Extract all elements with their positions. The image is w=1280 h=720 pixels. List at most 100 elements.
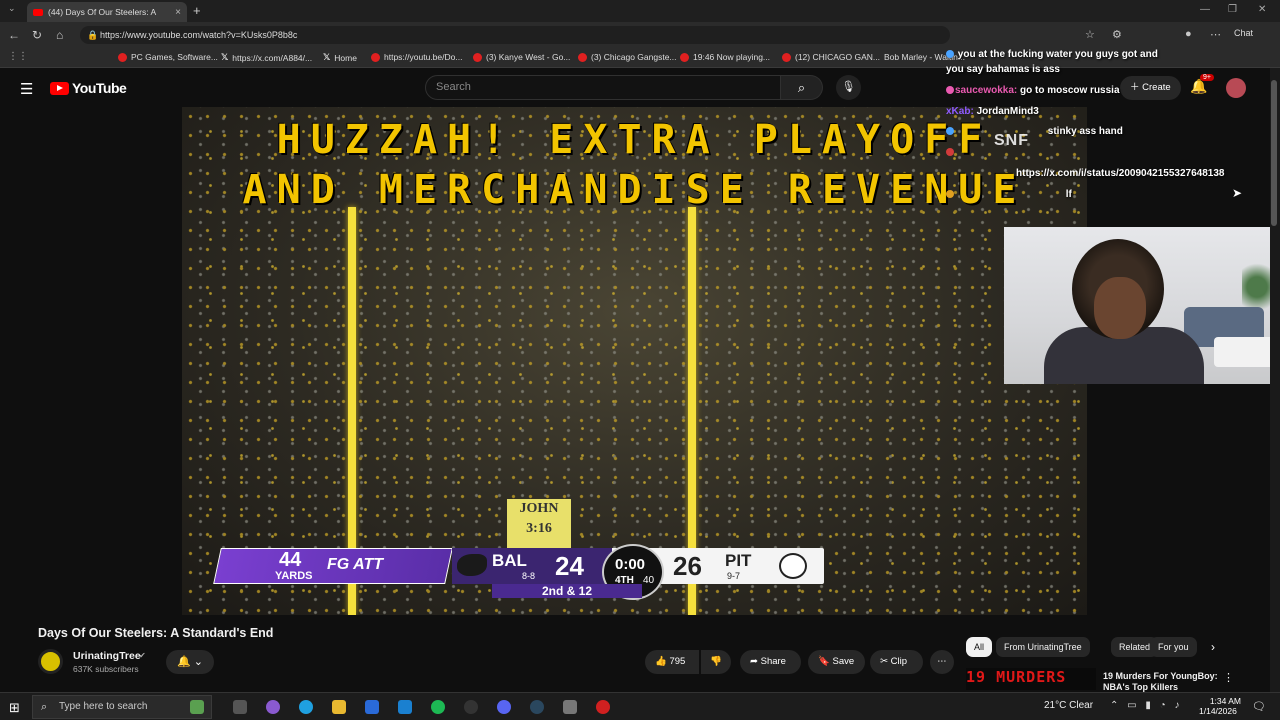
bookmark-item[interactable]: (3) Chicago Gangste... <box>578 52 677 62</box>
url-field[interactable]: 🔒 https://www.youtube.com/watch?v=KUsks0… <box>80 26 950 44</box>
save-button[interactable]: 🔖 Save <box>808 650 865 674</box>
bookmark-item[interactable]: https://youtu.be/Do... <box>371 52 462 62</box>
chip-for-you[interactable]: For you <box>1150 637 1197 657</box>
extensions-icon[interactable]: ⚙ <box>1112 28 1122 41</box>
reload-icon[interactable]: ↻ <box>32 28 42 42</box>
guide-menu-icon[interactable]: ☰ <box>20 80 33 98</box>
voice-search-button[interactable]: 🎙 <box>836 75 861 100</box>
site-info-icon[interactable]: 🔒 <box>87 26 98 44</box>
bookmark-favicon-icon <box>578 52 587 62</box>
youtube-play-icon <box>50 81 69 95</box>
scrollbar-thumb[interactable] <box>1271 80 1277 226</box>
file-explorer-icon[interactable] <box>332 700 346 714</box>
x-logo-icon: 𝕏 <box>221 52 229 62</box>
browser-tab-bar: ⌄ (44) Days Of Our Steelers: A × + — ❐ ✕ <box>0 0 1280 22</box>
scorebug-away-score: 24 <box>555 551 584 581</box>
chat-line: https://x.com/i/status/20090421553276481… <box>1016 168 1225 179</box>
discord-icon[interactable] <box>497 700 511 714</box>
x-logo-icon: 𝕏 <box>323 52 331 62</box>
like-button[interactable]: 👍 795 <box>645 650 699 674</box>
store-icon[interactable] <box>365 700 379 714</box>
bookmark-item[interactable]: PC Games, Software... <box>118 52 218 62</box>
search-icon: ⌕ <box>797 80 806 95</box>
widgets-icon[interactable] <box>190 700 204 714</box>
apps-icon[interactable]: ⋮⋮ <box>8 51 28 62</box>
outlook-icon[interactable] <box>398 700 412 714</box>
taskbar-search-input[interactable]: ⌕ Type here to search <box>32 695 212 719</box>
favorite-star-icon[interactable]: ☆ <box>1085 28 1095 41</box>
chat-line: you at the fucking water you guys got an… <box>946 49 1158 60</box>
bell-icon: 🔔 <box>177 656 191 668</box>
channel-name[interactable]: UrinatingTree <box>73 650 141 662</box>
browser-tab[interactable]: (44) Days Of Our Steelers: A × <box>27 2 187 22</box>
thumbs-up-icon: 👍 <box>655 656 667 667</box>
chat-badge-icon <box>946 148 954 157</box>
share-button[interactable]: ➦ Share <box>740 650 801 674</box>
clip-button[interactable]: ✂ Clip <box>870 650 923 674</box>
recommended-video-thumbnail[interactable]: 19 MURDERS <box>966 668 1096 690</box>
media-app-icon[interactable] <box>464 700 478 714</box>
channel-subscribers: 637K subscribers <box>73 664 139 674</box>
video-title: Days Of Our Steelers: A Standard's End <box>38 626 274 640</box>
more-actions-button[interactable]: ⋯ <box>930 650 954 674</box>
close-window-icon[interactable]: ✕ <box>1258 4 1266 15</box>
address-bar-row: ← ↻ ⌂ 🔒 https://www.youtube.com/watch?v=… <box>0 22 1280 48</box>
bookmark-favicon-icon <box>371 52 380 62</box>
chip-from-channel[interactable]: From UrinatingTree <box>996 637 1090 657</box>
windows-start-icon[interactable]: ⊞ <box>9 700 20 716</box>
edge-browser-icon[interactable] <box>299 700 313 714</box>
scorebug-yards-number: 44 <box>279 549 302 571</box>
chevron-down-icon: ⌄ <box>193 656 203 668</box>
chat-line: saucewokka: go to moscow russia <box>946 85 1120 96</box>
back-icon[interactable]: ← <box>8 28 20 42</box>
new-tab-button[interactable]: + <box>193 3 201 18</box>
bookmark-favicon-icon <box>782 52 791 62</box>
recommended-video-title[interactable]: 19 Murders For YoungBoy: NBA's Top Kille… <box>1103 671 1218 693</box>
scorebug-away-team: BAL <box>492 551 527 570</box>
obs-icon[interactable] <box>596 700 610 714</box>
stream-chat-overlay: SNF you at the fucking water you guys go… <box>946 47 1266 207</box>
weather-widget[interactable]: 21°C Clear <box>1044 700 1093 711</box>
home-icon[interactable]: ⌂ <box>56 28 63 42</box>
tab-title: (44) Days Of Our Steelers: A <box>48 7 157 17</box>
app-icon[interactable] <box>563 700 577 714</box>
task-view-icon[interactable] <box>233 700 247 714</box>
bookmark-item[interactable]: 𝕏 Home <box>323 52 357 63</box>
chevron-right-icon[interactable]: › <box>1211 640 1215 654</box>
menu-dots-icon[interactable]: ⋯ <box>1210 28 1221 41</box>
profile-icon[interactable]: ● <box>1185 28 1192 40</box>
minimize-icon[interactable]: — <box>1200 4 1210 15</box>
steam-icon[interactable] <box>530 700 544 714</box>
chip-all[interactable]: All <box>966 637 993 657</box>
ravens-logo-icon <box>457 554 487 576</box>
bookmark-item[interactable]: 𝕏https://x.com/A884/... <box>221 52 312 63</box>
youtube-favicon-icon <box>33 8 43 16</box>
search-icon: ⌕ <box>41 701 48 713</box>
bookmark-item[interactable]: 19:46 Now playing... <box>680 52 770 62</box>
bookmark-item[interactable]: (12) CHICAGO GAN... <box>782 52 880 62</box>
chat-line: lf <box>946 189 1072 200</box>
system-tray-icons[interactable]: ⌃ ▭ ▮ ◔ ♪ <box>1110 700 1182 711</box>
search-input[interactable]: Search <box>425 75 781 100</box>
scorebug-down-distance: 2nd & 12 <box>492 584 642 598</box>
copilot-icon[interactable] <box>266 700 280 714</box>
close-tab-icon[interactable]: × <box>175 7 181 18</box>
url-text: https://www.youtube.com/watch?v=KUsks0P8… <box>100 30 298 40</box>
chat-badge-icon <box>946 50 954 59</box>
youtube-logo[interactable]: YouTube <box>50 80 127 96</box>
dislike-button[interactable]: 👎 <box>701 650 731 674</box>
scorebug-away-record: 8-8 <box>522 571 536 581</box>
notification-center-icon[interactable]: 🗨 <box>1252 700 1266 713</box>
spotify-icon[interactable] <box>431 700 445 714</box>
search-button[interactable]: ⌕ <box>781 75 823 100</box>
recommended-more-icon[interactable]: ⋮ <box>1223 671 1234 684</box>
bookmark-item[interactable]: (3) Kanye West - Go... <box>473 52 570 62</box>
channel-avatar[interactable] <box>38 649 63 674</box>
tab-list-chevron-icon[interactable]: ⌄ <box>8 3 16 14</box>
more-dots-icon: ⋯ <box>937 656 947 667</box>
taskbar-date[interactable]: 1/14/2026 <box>1199 706 1237 716</box>
subscribed-bell-button[interactable]: 🔔 ⌄ <box>166 650 214 674</box>
maximize-icon[interactable]: ❐ <box>1228 4 1237 15</box>
bookmark-icon: 🔖 <box>818 656 830 667</box>
copilot-chat-button[interactable]: Chat <box>1234 28 1253 38</box>
